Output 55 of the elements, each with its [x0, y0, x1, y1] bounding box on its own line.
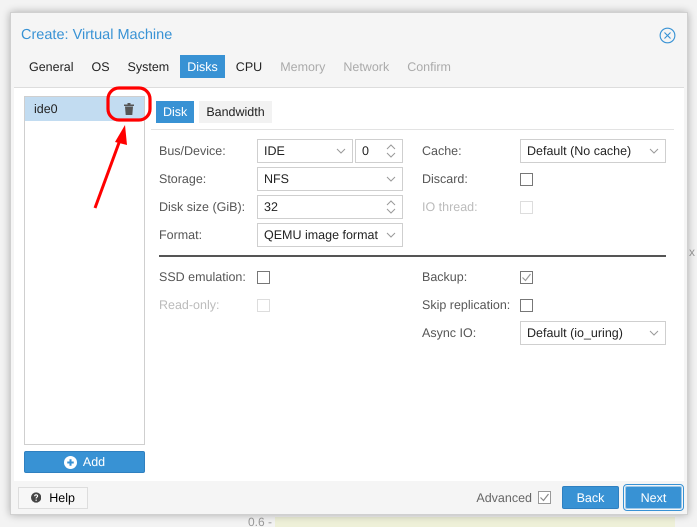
field-label: IO thread: [422, 200, 479, 214]
field-label: Storage: [159, 172, 208, 186]
field-value: Default (io_uring) [527, 326, 623, 340]
tab[interactable]: CPU [228, 55, 270, 78]
chevron-down-icon [336, 148, 346, 154]
field-label: Disk size (GiB): [159, 200, 246, 214]
disk-list-item[interactable]: ide0 [25, 97, 144, 121]
field-label: SSD emulation: [159, 270, 247, 284]
field-value: IDE [264, 144, 285, 158]
spinner-field[interactable]: 32 [257, 195, 403, 219]
disk-label: ide0 [34, 102, 58, 116]
trash-icon[interactable] [124, 103, 134, 115]
dropdown-field[interactable]: Default (io_uring) [520, 321, 666, 345]
field-label: Backup: [422, 270, 468, 284]
field-value: Default (No cache) [527, 144, 632, 158]
background-text: 0.6 - [248, 515, 272, 527]
highlight-ring [106, 86, 152, 122]
field-label: Skip replication: [422, 298, 512, 312]
tab[interactable]: Bandwidth [199, 101, 272, 123]
chevron-down-icon [386, 176, 396, 182]
field-label: Read-only: [159, 298, 220, 312]
checkbox[interactable] [257, 270, 270, 284]
chevron-down-icon [649, 330, 659, 336]
checkbox[interactable] [520, 172, 533, 186]
field-label: Discard: [422, 172, 469, 186]
field-label: Cache: [422, 144, 463, 158]
advanced-label: Advanced [476, 490, 532, 504]
tab[interactable]: OS [84, 55, 117, 78]
plus-icon [64, 456, 77, 468]
dropdown-field[interactable]: QEMU image format [257, 223, 403, 247]
field-value: 32 [264, 200, 278, 214]
checkbox[interactable] [520, 298, 533, 312]
field-label: Async IO: [422, 326, 478, 340]
window-title: Create: Virtual Machine [21, 27, 172, 43]
tab[interactable]: System [120, 55, 176, 78]
chevron-down-icon [386, 232, 396, 238]
dropdown-field[interactable]: IDE [257, 139, 353, 163]
checkbox[interactable] [538, 491, 551, 504]
close-icon[interactable] [659, 26, 676, 44]
help-icon [31, 491, 42, 504]
field-label: Format: [159, 228, 204, 242]
field-value: NFS [264, 172, 289, 186]
field-value: 0 [362, 144, 369, 158]
dropdown-field[interactable]: Default (No cache) [520, 139, 666, 163]
chevron-down-icon [649, 148, 659, 154]
field-label: Bus/Device: [159, 144, 227, 158]
help-button[interactable]: Help [18, 486, 88, 508]
dropdown-field[interactable]: NFS [257, 167, 403, 191]
tab[interactable]: General [22, 55, 80, 78]
spinner-arrows-icon [386, 143, 396, 159]
checkbox[interactable] [520, 270, 533, 284]
field-value: QEMU image format [264, 228, 378, 242]
background-text: x [689, 245, 695, 259]
spinner-arrows-icon [386, 199, 396, 215]
spinner-field[interactable]: 0 [355, 139, 403, 163]
